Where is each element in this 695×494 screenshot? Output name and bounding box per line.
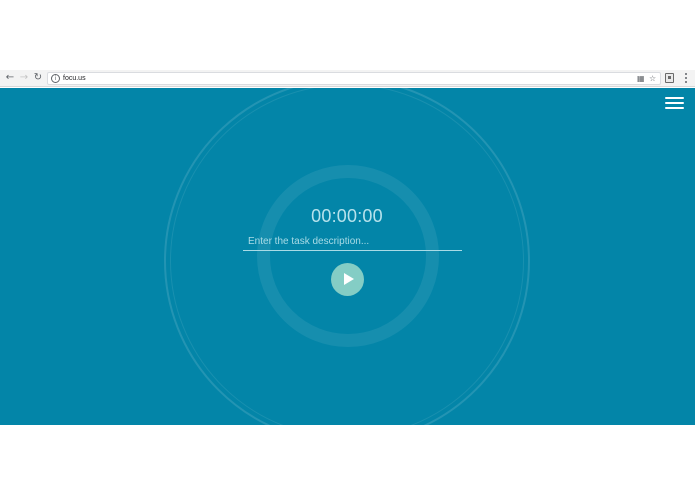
focus-timer-app: 00:00:00 [0, 88, 695, 425]
play-button[interactable] [331, 263, 364, 296]
hamburger-menu-icon[interactable] [665, 97, 684, 110]
decorative-outer-ring-inner [170, 88, 524, 425]
play-icon [344, 273, 354, 285]
star-icon[interactable]: ☆ [649, 73, 656, 84]
reload-icon[interactable]: ↻ [32, 72, 44, 84]
more-vertical-icon[interactable] [683, 72, 689, 84]
address-bar[interactable]: i focu.us ▦ ☆ [47, 72, 661, 85]
info-icon[interactable]: i [51, 74, 60, 83]
browser-toolbar: ← → ↻ i focu.us ▦ ☆ [0, 70, 695, 87]
page-top-margin [0, 0, 695, 70]
task-description-input[interactable] [243, 232, 462, 251]
decorative-inner-ring [257, 165, 439, 347]
translate-icon[interactable]: ▦ [637, 73, 645, 84]
timer-display: 00:00:00 [311, 206, 383, 226]
decorative-outer-ring [164, 88, 530, 425]
page-bottom-margin [0, 425, 695, 494]
extension-icon[interactable] [665, 73, 674, 83]
url-text[interactable]: focu.us [63, 74, 86, 84]
back-arrow-icon[interactable]: ← [4, 72, 16, 84]
forward-arrow-icon[interactable]: → [18, 72, 30, 84]
